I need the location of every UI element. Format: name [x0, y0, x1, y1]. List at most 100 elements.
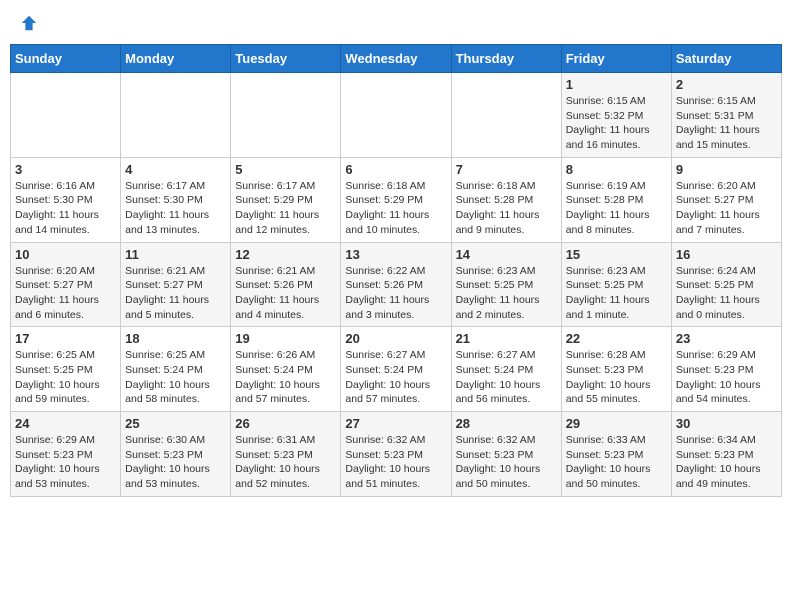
day-number: 12 — [235, 247, 336, 262]
calendar-cell: 16 Sunrise: 6:24 AM Sunset: 5:25 PM Dayli… — [671, 242, 781, 327]
calendar-table: SundayMondayTuesdayWednesdayThursdayFrid… — [10, 44, 782, 497]
day-number: 15 — [566, 247, 667, 262]
day-info: Sunrise: 6:29 AM Sunset: 5:23 PM Dayligh… — [676, 348, 777, 407]
day-number: 10 — [15, 247, 116, 262]
calendar-cell: 25 Sunrise: 6:30 AM Sunset: 5:23 PM Dayli… — [121, 412, 231, 497]
day-number: 8 — [566, 162, 667, 177]
day-number: 2 — [676, 77, 777, 92]
calendar-cell: 17 Sunrise: 6:25 AM Sunset: 5:25 PM Dayli… — [11, 327, 121, 412]
calendar-cell: 23 Sunrise: 6:29 AM Sunset: 5:23 PM Dayli… — [671, 327, 781, 412]
day-info: Sunrise: 6:18 AM Sunset: 5:29 PM Dayligh… — [345, 179, 446, 238]
day-info: Sunrise: 6:17 AM Sunset: 5:29 PM Dayligh… — [235, 179, 336, 238]
day-number: 21 — [456, 331, 557, 346]
day-number: 23 — [676, 331, 777, 346]
calendar-cell: 13Sunrise: 6:22 AM Sunset: 5:26 PM Dayli… — [341, 242, 451, 327]
day-number: 4 — [125, 162, 226, 177]
calendar-week-2: 10 Sunrise: 6:20 AM Sunset: 5:27 PM Dayli… — [11, 242, 782, 327]
calendar-header-sunday: Sunday — [11, 45, 121, 73]
calendar-cell: 19 Sunrise: 6:26 AM Sunset: 5:24 PM Dayli… — [231, 327, 341, 412]
day-info: Sunrise: 6:29 AM Sunset: 5:23 PM Dayligh… — [15, 433, 116, 492]
calendar-cell: 24 Sunrise: 6:29 AM Sunset: 5:23 PM Dayli… — [11, 412, 121, 497]
calendar-week-3: 17 Sunrise: 6:25 AM Sunset: 5:25 PM Dayli… — [11, 327, 782, 412]
day-number: 25 — [125, 416, 226, 431]
day-info: Sunrise: 6:20 AM Sunset: 5:27 PM Dayligh… — [676, 179, 777, 238]
day-info: Sunrise: 6:27 AM Sunset: 5:24 PM Dayligh… — [345, 348, 446, 407]
calendar-cell: 21 Sunrise: 6:27 AM Sunset: 5:24 PM Dayli… — [451, 327, 561, 412]
calendar-cell — [231, 73, 341, 158]
calendar-cell: 27 Sunrise: 6:32 AM Sunset: 5:23 PM Dayli… — [341, 412, 451, 497]
day-number: 26 — [235, 416, 336, 431]
day-info: Sunrise: 6:30 AM Sunset: 5:23 PM Dayligh… — [125, 433, 226, 492]
calendar-cell: 18 Sunrise: 6:25 AM Sunset: 5:24 PM Dayli… — [121, 327, 231, 412]
calendar-week-4: 24 Sunrise: 6:29 AM Sunset: 5:23 PM Dayli… — [11, 412, 782, 497]
calendar-cell: 30Sunrise: 6:34 AM Sunset: 5:23 PM Dayli… — [671, 412, 781, 497]
calendar-cell — [341, 73, 451, 158]
calendar-cell: 4 Sunrise: 6:17 AM Sunset: 5:30 PM Daylig… — [121, 157, 231, 242]
day-info: Sunrise: 6:21 AM Sunset: 5:26 PM Dayligh… — [235, 264, 336, 323]
calendar-cell — [121, 73, 231, 158]
day-info: Sunrise: 6:24 AM Sunset: 5:25 PM Dayligh… — [676, 264, 777, 323]
calendar-cell: 7 Sunrise: 6:18 AM Sunset: 5:28 PM Daylig… — [451, 157, 561, 242]
day-number: 24 — [15, 416, 116, 431]
calendar-cell — [451, 73, 561, 158]
calendar-cell: 15 Sunrise: 6:23 AM Sunset: 5:25 PM Dayli… — [561, 242, 671, 327]
calendar-cell — [11, 73, 121, 158]
day-number: 30 — [676, 416, 777, 431]
calendar-cell: 26Sunrise: 6:31 AM Sunset: 5:23 PM Dayli… — [231, 412, 341, 497]
day-number: 11 — [125, 247, 226, 262]
calendar-cell: 28Sunrise: 6:32 AM Sunset: 5:23 PM Dayli… — [451, 412, 561, 497]
day-number: 27 — [345, 416, 446, 431]
day-info: Sunrise: 6:17 AM Sunset: 5:30 PM Dayligh… — [125, 179, 226, 238]
day-number: 3 — [15, 162, 116, 177]
day-number: 1 — [566, 77, 667, 92]
day-number: 6 — [345, 162, 446, 177]
calendar-header-wednesday: Wednesday — [341, 45, 451, 73]
logo-icon — [20, 14, 38, 32]
calendar-cell: 1Sunrise: 6:15 AM Sunset: 5:32 PM Daylig… — [561, 73, 671, 158]
day-number: 28 — [456, 416, 557, 431]
day-number: 5 — [235, 162, 336, 177]
day-info: Sunrise: 6:27 AM Sunset: 5:24 PM Dayligh… — [456, 348, 557, 407]
calendar-cell: 11 Sunrise: 6:21 AM Sunset: 5:27 PM Dayli… — [121, 242, 231, 327]
day-number: 9 — [676, 162, 777, 177]
day-info: Sunrise: 6:16 AM Sunset: 5:30 PM Dayligh… — [15, 179, 116, 238]
day-info: Sunrise: 6:23 AM Sunset: 5:25 PM Dayligh… — [566, 264, 667, 323]
calendar-week-0: 1Sunrise: 6:15 AM Sunset: 5:32 PM Daylig… — [11, 73, 782, 158]
day-info: Sunrise: 6:32 AM Sunset: 5:23 PM Dayligh… — [345, 433, 446, 492]
calendar-cell: 20Sunrise: 6:27 AM Sunset: 5:24 PM Dayli… — [341, 327, 451, 412]
calendar-header-row: SundayMondayTuesdayWednesdayThursdayFrid… — [11, 45, 782, 73]
day-info: Sunrise: 6:28 AM Sunset: 5:23 PM Dayligh… — [566, 348, 667, 407]
calendar-cell: 14 Sunrise: 6:23 AM Sunset: 5:25 PM Dayli… — [451, 242, 561, 327]
day-info: Sunrise: 6:15 AM Sunset: 5:31 PM Dayligh… — [676, 94, 777, 153]
calendar-cell: 10 Sunrise: 6:20 AM Sunset: 5:27 PM Dayli… — [11, 242, 121, 327]
day-info: Sunrise: 6:20 AM Sunset: 5:27 PM Dayligh… — [15, 264, 116, 323]
day-number: 16 — [676, 247, 777, 262]
calendar-cell: 3 Sunrise: 6:16 AM Sunset: 5:30 PM Daylig… — [11, 157, 121, 242]
calendar-header-friday: Friday — [561, 45, 671, 73]
calendar-header-saturday: Saturday — [671, 45, 781, 73]
calendar-cell: 9 Sunrise: 6:20 AM Sunset: 5:27 PM Daylig… — [671, 157, 781, 242]
day-info: Sunrise: 6:25 AM Sunset: 5:24 PM Dayligh… — [125, 348, 226, 407]
calendar-cell: 22 Sunrise: 6:28 AM Sunset: 5:23 PM Dayli… — [561, 327, 671, 412]
day-number: 22 — [566, 331, 667, 346]
calendar-cell: 29Sunrise: 6:33 AM Sunset: 5:23 PM Dayli… — [561, 412, 671, 497]
calendar-header-tuesday: Tuesday — [231, 45, 341, 73]
day-info: Sunrise: 6:18 AM Sunset: 5:28 PM Dayligh… — [456, 179, 557, 238]
day-info: Sunrise: 6:25 AM Sunset: 5:25 PM Dayligh… — [15, 348, 116, 407]
day-number: 17 — [15, 331, 116, 346]
day-info: Sunrise: 6:26 AM Sunset: 5:24 PM Dayligh… — [235, 348, 336, 407]
day-number: 7 — [456, 162, 557, 177]
calendar-header-monday: Monday — [121, 45, 231, 73]
calendar-week-1: 3 Sunrise: 6:16 AM Sunset: 5:30 PM Daylig… — [11, 157, 782, 242]
day-info: Sunrise: 6:21 AM Sunset: 5:27 PM Dayligh… — [125, 264, 226, 323]
logo — [18, 14, 38, 32]
day-info: Sunrise: 6:23 AM Sunset: 5:25 PM Dayligh… — [456, 264, 557, 323]
day-number: 19 — [235, 331, 336, 346]
calendar-cell: 5 Sunrise: 6:17 AM Sunset: 5:29 PM Daylig… — [231, 157, 341, 242]
day-number: 18 — [125, 331, 226, 346]
day-number: 14 — [456, 247, 557, 262]
day-info: Sunrise: 6:19 AM Sunset: 5:28 PM Dayligh… — [566, 179, 667, 238]
calendar-header-thursday: Thursday — [451, 45, 561, 73]
calendar-body: 1Sunrise: 6:15 AM Sunset: 5:32 PM Daylig… — [11, 73, 782, 497]
page-header — [10, 10, 782, 36]
